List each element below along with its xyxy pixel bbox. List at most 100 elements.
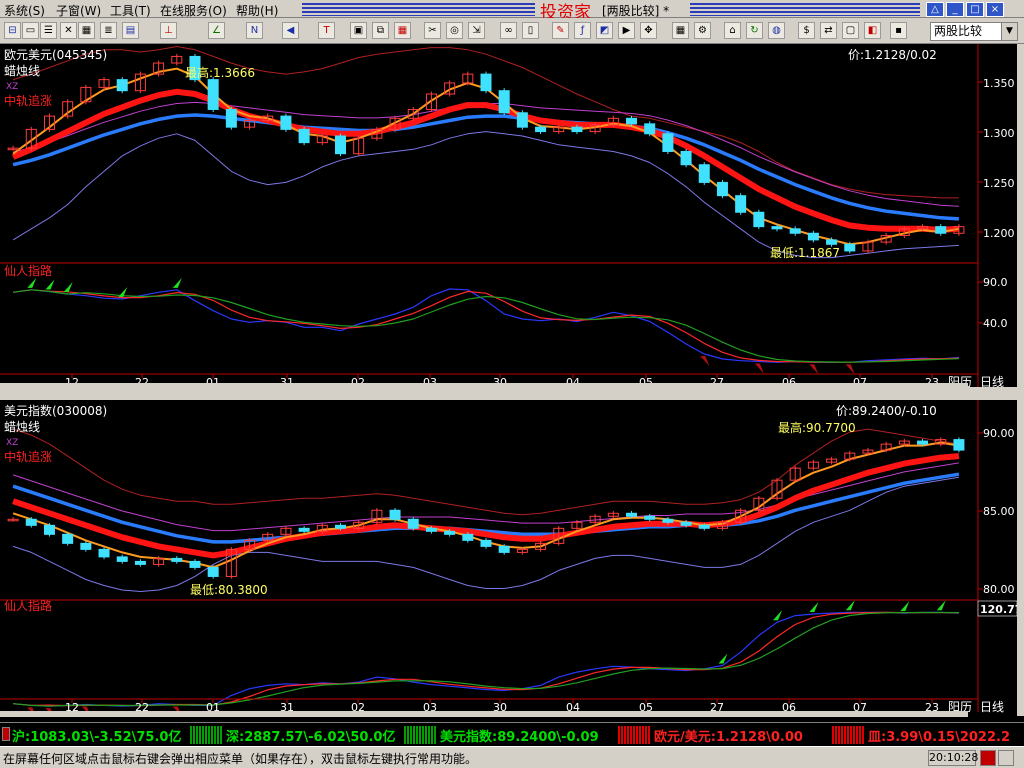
text-t-icon[interactable]: T — [318, 22, 335, 39]
panel1-ytick-0: 1.350 — [983, 77, 1015, 90]
window-icon[interactable]: ▭ — [22, 22, 39, 39]
bars-icon[interactable]: ▦ — [78, 22, 95, 39]
panel1-legend-xz: XZ — [6, 82, 18, 92]
horizontal-scrollbar[interactable] — [0, 383, 968, 389]
chevron-down-icon[interactable]: ▼ — [1001, 23, 1017, 40]
file-icon[interactable]: ▯ — [522, 22, 539, 39]
panel2-ytick-2: 80.00 — [983, 583, 1015, 596]
p2-candle — [207, 566, 219, 577]
maximize-button[interactable]: □ — [966, 2, 984, 17]
ticker-bar-usd-index — [618, 726, 650, 744]
refresh-icon[interactable]: ↻ — [746, 22, 763, 39]
link-icon[interactable]: ∞ — [500, 22, 517, 39]
exit-icon[interactable]: ◧ — [864, 22, 881, 39]
panel1-low-label: 最低:1.1867 — [770, 246, 840, 260]
layout-icon[interactable]: ☰ — [40, 22, 57, 39]
p2-candle — [134, 560, 146, 565]
menu-system[interactable]: 系统(S) — [4, 2, 45, 19]
p2-candle — [43, 524, 55, 535]
p1-candle — [334, 135, 346, 155]
p2-candle — [953, 439, 965, 451]
target-icon[interactable]: ✥ — [640, 22, 657, 39]
p1-period-label: 日线 — [980, 375, 1004, 389]
exchange-icon[interactable]: ⇄ — [820, 22, 837, 39]
menu-online-service[interactable]: 在线服务(O) — [160, 2, 227, 19]
pen-icon[interactable]: ✎ — [552, 22, 569, 39]
pen-line-icon[interactable]: ∠ — [208, 22, 225, 39]
save-icon[interactable]: ▪ — [890, 22, 907, 39]
lock-icon[interactable]: ▢ — [842, 22, 859, 39]
p1-candle — [935, 226, 947, 234]
comparison-chart[interactable]: 12 22 01 31 02 03 30 04 05 27 06 07 23 阳历 日线 12 22 01 31 0… — [0, 44, 1017, 722]
ticker-item-extra[interactable]: 皿:3.99\0.15\2022.2 — [868, 726, 1010, 745]
menu-help[interactable]: 帮助(H) — [236, 2, 278, 19]
title-stripes-right — [690, 3, 920, 16]
money-icon[interactable]: $ — [798, 22, 815, 39]
list-icon[interactable]: ≣ — [100, 22, 117, 39]
status-text: 在屏幕任何区域点击鼠标右键会弹出相应菜单（如果存在），双击鼠标左键执行常用功能。 — [3, 752, 478, 766]
indicator-icon[interactable]: ▤ — [122, 22, 139, 39]
chart-icon[interactable]: ◩ — [596, 22, 613, 39]
ticker-item-usd-index[interactable]: 美元指数:89.2400\-0.09 — [440, 726, 599, 745]
close-button[interactable]: × — [986, 2, 1004, 17]
ticker-item-eurusd[interactable]: 欧元/美元:1.2128\0.00 — [654, 726, 803, 745]
ticker-bar-eurusd — [832, 726, 864, 744]
home-icon[interactable]: ⌂ — [724, 22, 741, 39]
panel2-high-label: 最高:90.7700 — [778, 420, 856, 435]
news-icon[interactable]: N — [246, 22, 263, 39]
panel2-low-label: 最低:80.3800 — [190, 583, 268, 597]
close-icon[interactable]: ✕ — [60, 22, 77, 39]
split-icon[interactable]: ⊟ — [4, 22, 21, 39]
menu-subwindow[interactable]: 子窗(W) — [56, 2, 101, 19]
p1-candle — [844, 243, 856, 252]
table-icon[interactable]: ▦ — [672, 22, 689, 39]
panel1-price-label: 价:1.2128/0.02 — [848, 48, 937, 62]
compare-mode-select[interactable]: 两股比较 ▼ — [930, 22, 1018, 41]
minimize-button[interactable]: _ — [946, 2, 964, 17]
p1-candle — [116, 79, 128, 92]
p2-candle — [98, 548, 110, 558]
p2-candle — [334, 524, 346, 529]
p1-candle — [480, 73, 492, 92]
status-clock: 20:10:28 — [928, 750, 979, 766]
ticker-item-sh[interactable]: 沪:1083.03\-3.52\75.0亿 — [12, 726, 181, 745]
draw-icon[interactable]: ⊥ — [160, 22, 177, 39]
globe-icon[interactable]: ◍ — [768, 22, 785, 39]
panel2-legend-xz: XZ — [6, 438, 18, 448]
menu-bar: 系统(S) 子窗(W) 工具(T) 在线服务(O) 帮助(H) 投资家 [两股比… — [0, 0, 1024, 23]
right-scroll-strip[interactable] — [1017, 44, 1024, 716]
restore-up-icon[interactable]: △ — [926, 2, 944, 17]
formula-icon[interactable]: ƒ — [574, 22, 591, 39]
p1-candle — [662, 133, 674, 152]
panel1-ind-ytick-1: 40.0 — [983, 317, 1008, 330]
menu-tools[interactable]: 工具(T) — [110, 2, 151, 19]
ticker-item-sz[interactable]: 深:2887.57\-6.02\50.0亿 — [226, 726, 395, 745]
p2-candle — [662, 518, 674, 523]
scissors-icon[interactable]: ✂ — [424, 22, 441, 39]
p1-candle — [680, 150, 692, 166]
export-icon[interactable]: ⇲ — [468, 22, 485, 39]
p1-candle — [644, 123, 656, 135]
grid-icon[interactable]: ▦ — [394, 22, 411, 39]
panel1-high-label: 最高:1.3666 — [185, 65, 255, 80]
ticker-bar: 沪:1083.03\-3.52\75.0亿 深:2887.57\-6.02\50… — [0, 722, 1024, 746]
arrow-left-icon[interactable]: ◀ — [282, 22, 299, 39]
play-icon[interactable]: ▶ — [618, 22, 635, 39]
panel2-title: 美元指数(030008) — [4, 403, 107, 418]
glasses-icon[interactable]: ◎ — [446, 22, 463, 39]
p2-candle — [480, 539, 492, 547]
panel1-ind-ytick-0: 90.0 — [983, 276, 1008, 289]
horizontal-scrollbar[interactable] — [0, 711, 968, 717]
panel2-ytick-0: 90.00 — [983, 427, 1015, 440]
copy-icon[interactable]: ⧉ — [372, 22, 389, 39]
stock-icon[interactable]: ▣ — [350, 22, 367, 39]
p1-candle — [207, 79, 219, 110]
p1-candle — [771, 226, 783, 230]
p2-candle — [171, 557, 183, 562]
title-stripes-left — [302, 3, 535, 16]
p1-candle — [298, 128, 310, 144]
gear-icon[interactable]: ⚙ — [694, 22, 711, 39]
panel1-indicator-title: 仙人指路 — [4, 263, 52, 278]
panel1-legend-zgzz: 中轨追涨 — [4, 93, 52, 108]
p1-candle — [698, 164, 710, 183]
